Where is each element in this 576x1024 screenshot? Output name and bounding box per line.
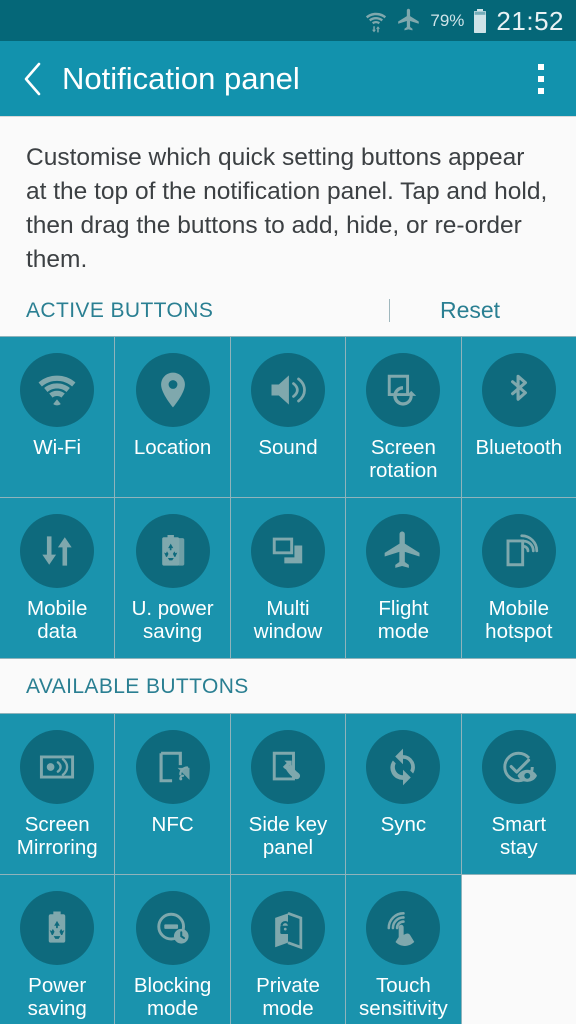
- quick-setting-tile-nfc[interactable]: NFC: [115, 714, 230, 874]
- multi-window-icon: [250, 514, 325, 588]
- quick-setting-tile-location-pin[interactable]: Location: [115, 337, 230, 497]
- screen-rotation-icon: [366, 353, 441, 427]
- quick-setting-tile-mobile-data[interactable]: Mobile data: [0, 498, 115, 658]
- active-buttons-grid: Wi-Fi Location Sound Screen rotation Bluetoo…: [0, 336, 576, 659]
- status-bar: 79% 21:52: [0, 0, 576, 41]
- tile-label: Smart stay: [491, 813, 547, 859]
- quick-setting-tile-side-key-panel[interactable]: Side key panel: [230, 714, 346, 874]
- description-text: Customise which quick setting buttons ap…: [26, 144, 548, 273]
- quick-setting-tile-bluetooth[interactable]: Bluetooth: [461, 337, 576, 497]
- wifi-icon: [20, 353, 95, 427]
- battery-icon: [472, 8, 488, 34]
- overflow-menu-icon[interactable]: [524, 57, 558, 101]
- quick-setting-tile-ultra-power-saving[interactable]: U. power saving: [115, 498, 230, 658]
- tile-label: Screen Mirroring: [16, 813, 98, 859]
- tile-label: Touch sensitivity: [358, 974, 448, 1020]
- private-mode-icon: [250, 891, 325, 965]
- touch-sensitivity-icon: [366, 891, 441, 965]
- tile-label: Private mode: [256, 974, 320, 1020]
- quick-setting-tile-private-mode[interactable]: Private mode: [230, 875, 346, 1024]
- tile-label: Blocking mode: [133, 974, 212, 1020]
- status-bar-clock: 21:52: [496, 5, 564, 36]
- location-pin-icon: [135, 353, 210, 427]
- tile-label: Screen rotation: [369, 436, 438, 482]
- screen-mirroring-icon: [20, 730, 95, 804]
- tile-label: Flight mode: [377, 597, 430, 643]
- tile-label: Mobile data: [27, 597, 88, 643]
- quick-setting-tile-sync[interactable]: Sync: [346, 714, 461, 874]
- tile-label: Mobile hotspot: [485, 597, 553, 643]
- tile-label: Power saving: [27, 974, 87, 1020]
- tile-label: Sound: [258, 436, 318, 459]
- mobile-hotspot-icon: [481, 514, 556, 588]
- airplane-mode-icon: [396, 8, 422, 34]
- nfc-icon: [135, 730, 210, 804]
- bluetooth-icon: [481, 353, 556, 427]
- quick-setting-tile-screen-mirroring[interactable]: Screen Mirroring: [0, 714, 115, 874]
- ultra-power-saving-icon: [135, 514, 210, 588]
- active-buttons-title: ACTIVE BUTTONS: [26, 298, 214, 322]
- tile-label: NFC: [151, 813, 194, 836]
- smart-stay-icon: [481, 730, 556, 804]
- tile-label: Multi window: [253, 597, 323, 643]
- quick-setting-tile-flight-mode[interactable]: Flight mode: [346, 498, 461, 658]
- available-buttons-header: AVAILABLE BUTTONS: [0, 659, 576, 713]
- quick-setting-tile-mobile-hotspot[interactable]: Mobile hotspot: [461, 498, 576, 658]
- tile-label: Sync: [380, 813, 427, 836]
- back-chevron-icon[interactable]: [18, 61, 48, 97]
- tile-label: U. power saving: [131, 597, 214, 643]
- tile-label: Wi-Fi: [33, 436, 82, 459]
- reset-button[interactable]: Reset: [390, 297, 550, 324]
- tile-label: Bluetooth: [475, 436, 563, 459]
- quick-setting-tile-screen-rotation[interactable]: Screen rotation: [346, 337, 461, 497]
- sync-icon: [366, 730, 441, 804]
- available-buttons-grid: Screen Mirroring NFC Side key panel Sync Sma…: [0, 713, 576, 1024]
- settings-content: Customise which quick setting buttons ap…: [0, 117, 576, 1024]
- quick-setting-tile-wifi[interactable]: Wi-Fi: [0, 337, 115, 497]
- available-buttons-title: AVAILABLE BUTTONS: [26, 675, 249, 698]
- mobile-data-icon: [20, 514, 95, 588]
- tile-label: Location: [133, 436, 212, 459]
- empty-tile-slot: [461, 875, 576, 1024]
- action-bar: Notification panel: [0, 41, 576, 117]
- power-saving-icon: [20, 891, 95, 965]
- page-title: Notification panel: [62, 60, 300, 96]
- wifi-transfer-icon: [364, 9, 388, 33]
- flight-mode-icon: [366, 514, 441, 588]
- side-key-panel-icon: [250, 730, 325, 804]
- tile-label: Side key panel: [248, 813, 328, 859]
- battery-percent-label: 79%: [430, 10, 465, 30]
- quick-setting-tile-multi-window[interactable]: Multi window: [230, 498, 346, 658]
- blocking-mode-icon: [135, 891, 210, 965]
- quick-setting-tile-blocking-mode[interactable]: Blocking mode: [115, 875, 230, 1024]
- quick-setting-tile-touch-sensitivity[interactable]: Touch sensitivity: [346, 875, 461, 1024]
- sound-speaker-icon: [250, 353, 325, 427]
- quick-setting-tile-power-saving[interactable]: Power saving: [0, 875, 115, 1024]
- active-buttons-header: ACTIVE BUTTONS Reset: [0, 283, 576, 336]
- quick-setting-tile-sound-speaker[interactable]: Sound: [230, 337, 346, 497]
- quick-setting-tile-smart-stay[interactable]: Smart stay: [461, 714, 576, 874]
